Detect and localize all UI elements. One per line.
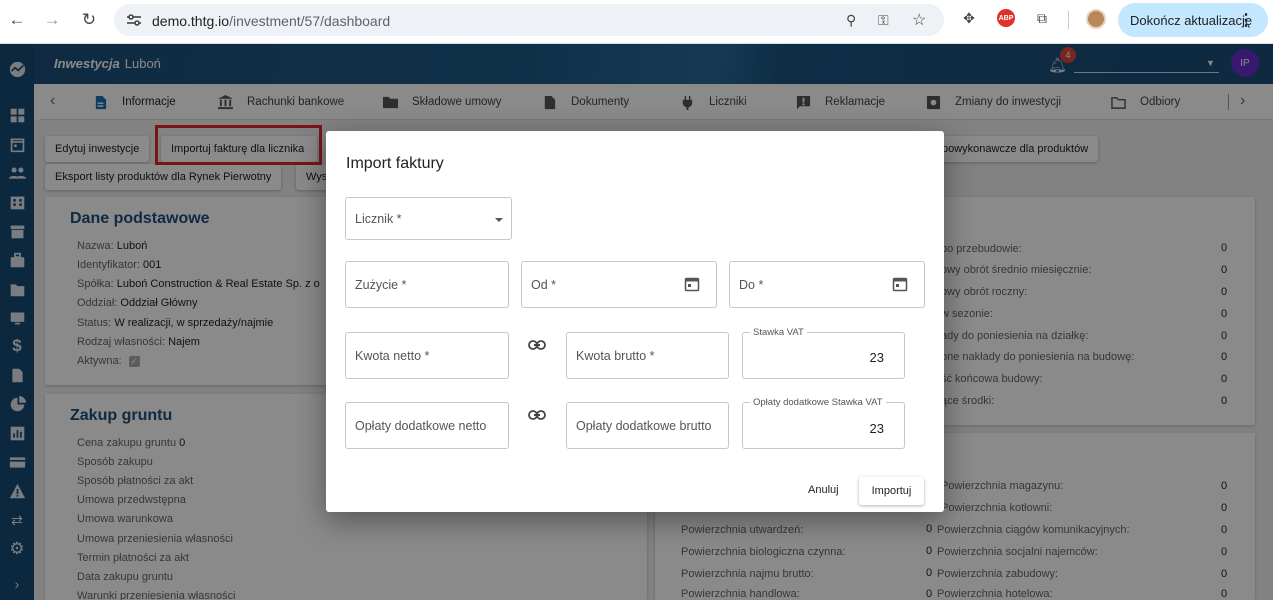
toolbar-divider — [1068, 11, 1069, 29]
browser-toolbar: ← → ↻ demo.thtg.io/investment/57/dashboa… — [0, 0, 1273, 44]
cancel-button[interactable]: Anuluj — [796, 476, 851, 504]
meter-select[interactable]: Licznik * — [345, 197, 512, 240]
usage-label: Zużycie * — [355, 278, 407, 292]
extra-gross-label: Opłaty dodatkowe brutto — [576, 419, 712, 433]
reload-icon[interactable]: ↻ — [74, 5, 104, 35]
date-to-label: Do * — [739, 278, 764, 292]
import-invoice-dialog: Import faktury Licznik * Zużycie * Od * … — [326, 131, 944, 512]
extra-gross-input[interactable]: Opłaty dodatkowe brutto — [566, 402, 729, 449]
update-browser-button[interactable]: Dokończ aktualizację ⋮ — [1118, 3, 1268, 37]
menu-dots-icon[interactable]: ⋮ — [1238, 10, 1254, 30]
dialog-title: Import faktury — [346, 155, 444, 172]
star-icon[interactable]: ☆ — [912, 10, 926, 30]
site-info-icon[interactable] — [126, 13, 142, 27]
profile-avatar[interactable] — [1086, 9, 1106, 29]
key-icon[interactable]: ⚿ — [878, 12, 889, 29]
net-amount-label: Kwota netto * — [355, 349, 430, 363]
gross-amount-input[interactable]: Kwota brutto * — [566, 332, 729, 379]
usage-input[interactable]: Zużycie * — [345, 261, 509, 308]
calendar-icon[interactable] — [892, 276, 908, 292]
url-text[interactable]: demo.thtg.io/investment/57/dashboard — [152, 13, 390, 29]
extra-vat-rate-value: 23 — [869, 421, 884, 436]
extra-net-label: Opłaty dodatkowe netto — [355, 419, 487, 433]
calendar-icon[interactable] — [684, 276, 700, 292]
extensions-icon[interactable]: ⧉ — [1033, 9, 1051, 27]
zoom-icon[interactable]: ⚲ — [846, 12, 856, 29]
vat-rate-label: Stawka VAT — [750, 327, 807, 338]
forward-icon[interactable]: → — [37, 5, 67, 35]
vat-rate-value: 23 — [869, 350, 884, 365]
vat-rate-input[interactable]: Stawka VAT 23 — [742, 327, 905, 379]
link-icon[interactable] — [528, 409, 546, 421]
net-amount-input[interactable]: Kwota netto * — [345, 332, 509, 379]
gross-amount-label: Kwota brutto * — [576, 349, 655, 363]
meter-label: Licznik * — [355, 212, 402, 226]
extra-vat-rate-label: Opłaty dodatkowe Stawka VAT — [750, 397, 886, 408]
adblock-icon[interactable]: ABP — [997, 9, 1015, 27]
move-icon[interactable]: ✥ — [960, 9, 978, 27]
import-button[interactable]: Importuj — [859, 477, 924, 505]
date-to-input[interactable]: Do * — [729, 261, 925, 308]
date-from-input[interactable]: Od * — [521, 261, 717, 308]
date-from-label: Od * — [531, 278, 557, 292]
chevron-down-icon — [495, 218, 503, 222]
back-icon[interactable]: ← — [2, 5, 32, 35]
extra-net-input[interactable]: Opłaty dodatkowe netto — [345, 402, 509, 449]
address-bar[interactable]: demo.thtg.io/investment/57/dashboard ⚲ ⚿… — [114, 4, 944, 36]
extra-vat-rate-input[interactable]: Opłaty dodatkowe Stawka VAT 23 — [742, 397, 905, 449]
link-icon[interactable] — [528, 339, 546, 351]
